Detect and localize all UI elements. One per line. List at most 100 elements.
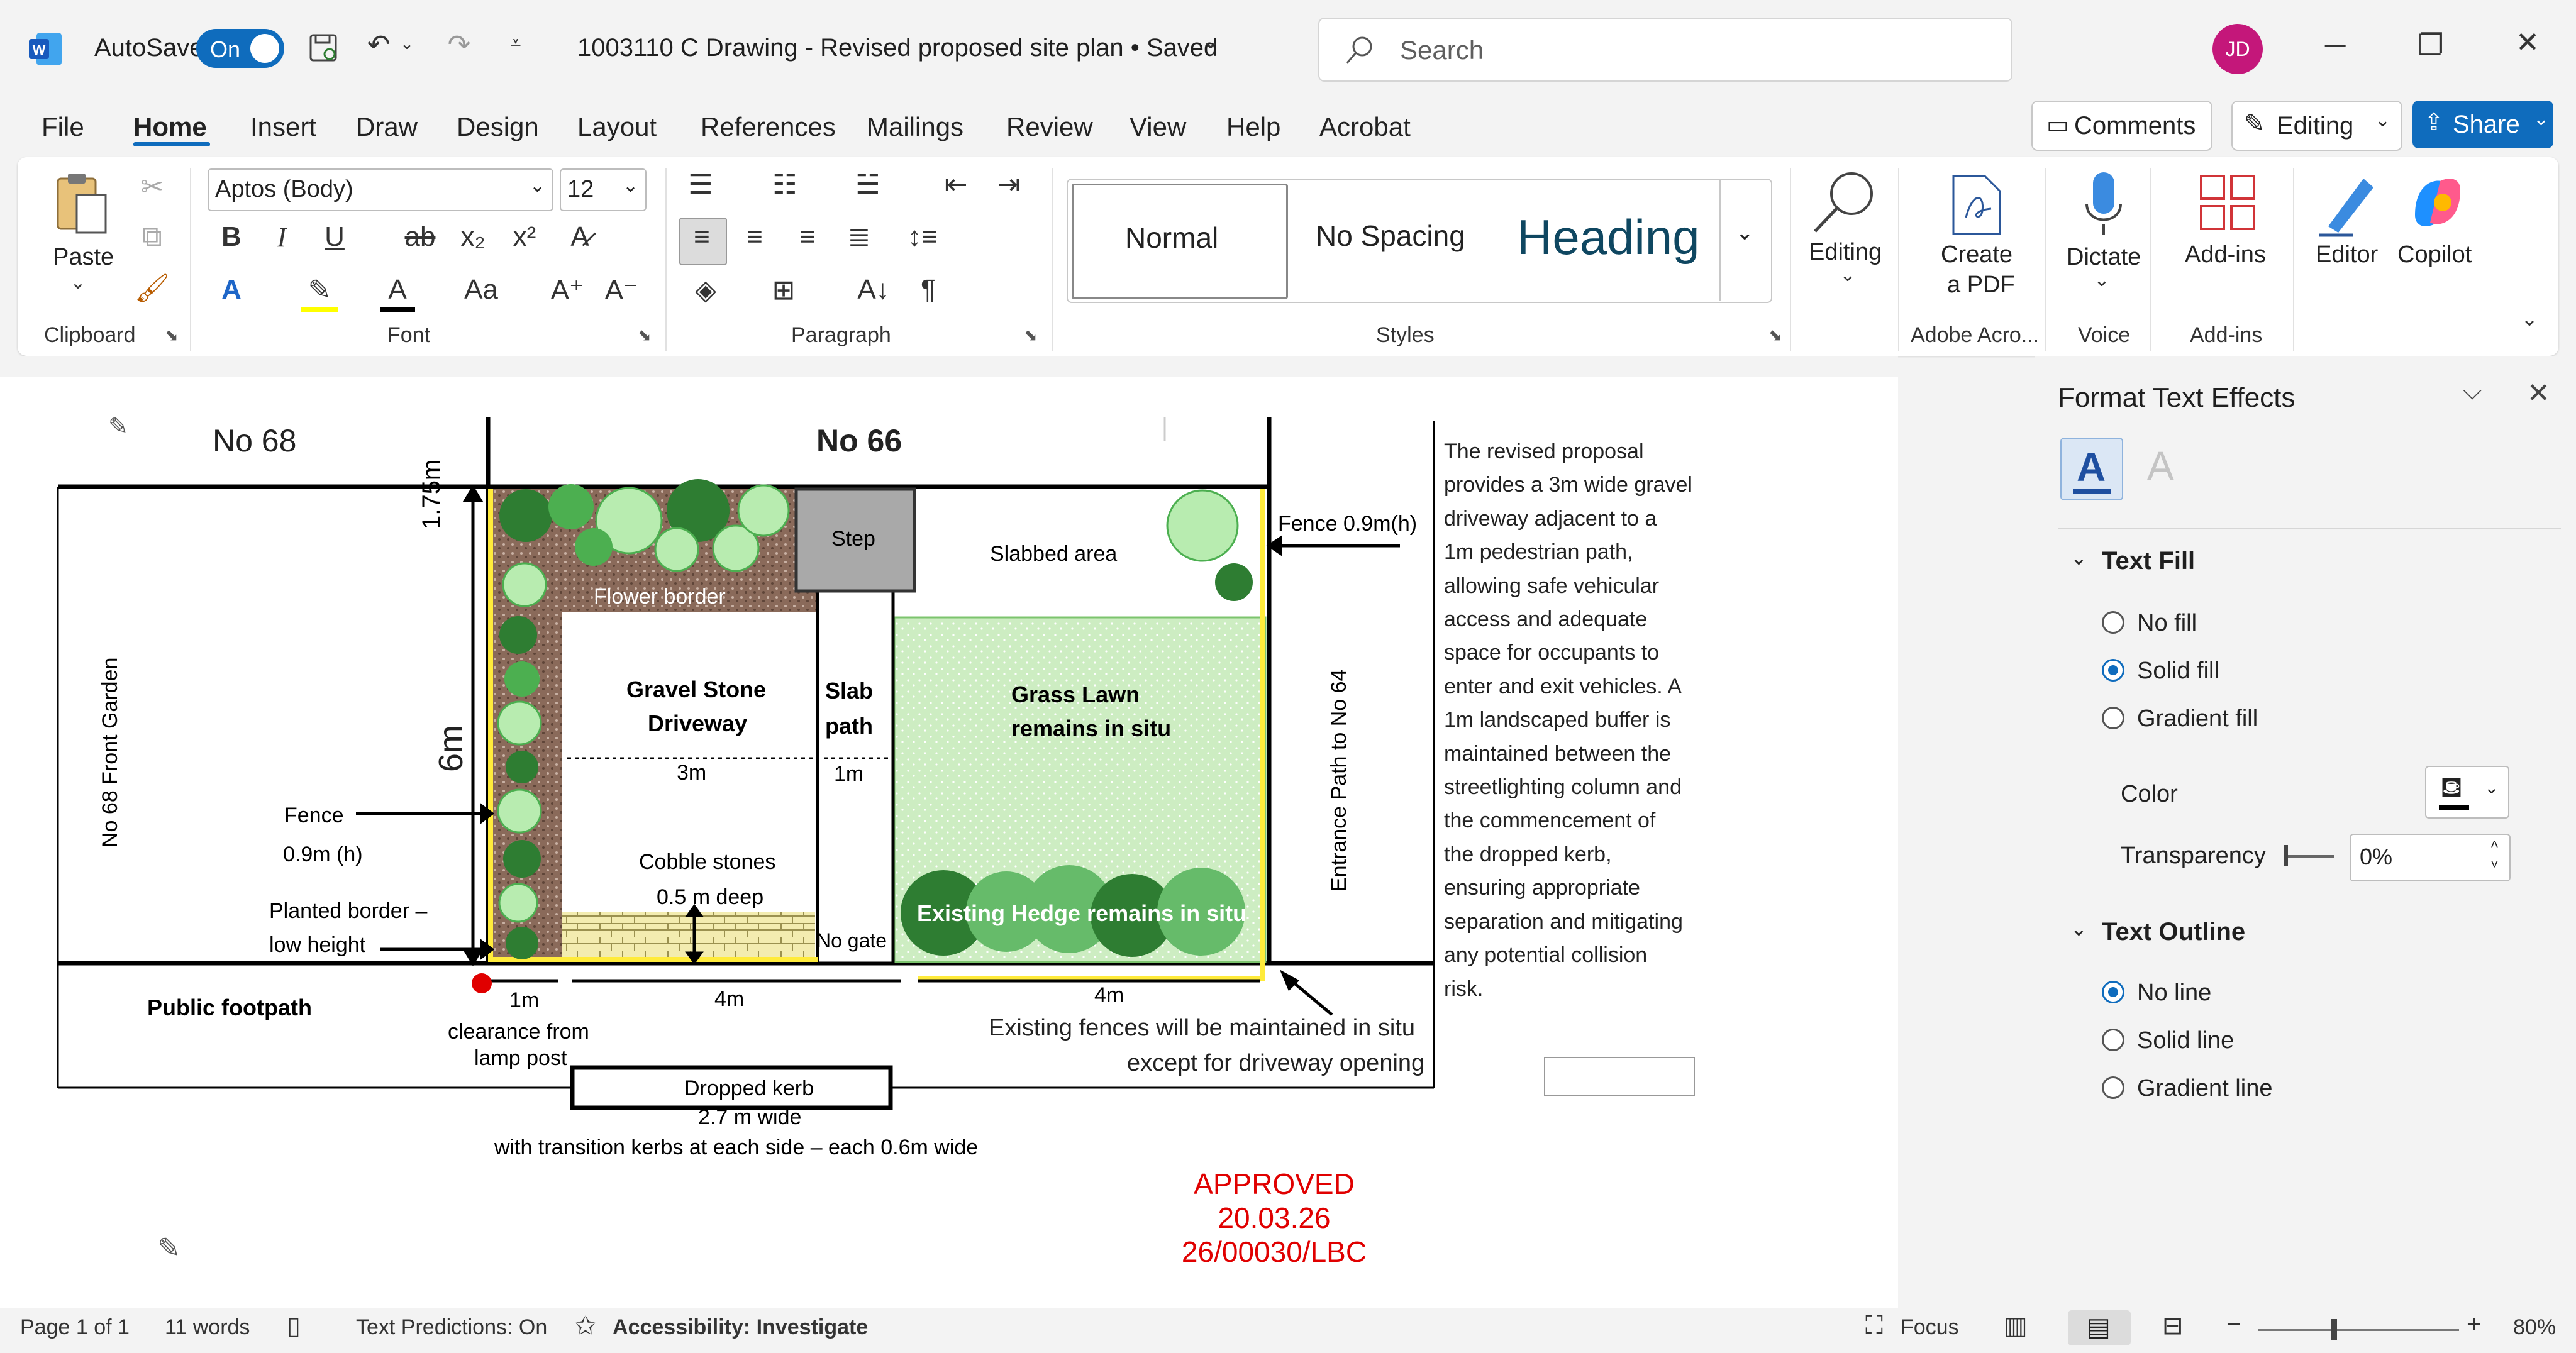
- paste-icon[interactable]: [54, 170, 111, 239]
- no-line-radio[interactable]: [2102, 981, 2124, 1003]
- redo-icon[interactable]: ↷: [440, 29, 478, 61]
- collapse-chevron-icon[interactable]: ⌄: [2070, 546, 2087, 570]
- copilot-label[interactable]: Copilot: [2397, 241, 2472, 268]
- style-no-spacing[interactable]: No Spacing: [1294, 184, 1508, 295]
- create-pdf-icon[interactable]: [1947, 174, 2004, 236]
- highlight-icon[interactable]: ✎: [301, 274, 338, 312]
- dictate-label[interactable]: Dictate: [2067, 244, 2141, 271]
- create-pdf-label1[interactable]: Create: [1941, 241, 2012, 268]
- web-layout-icon[interactable]: ⊟: [2162, 1312, 2184, 1340]
- multilevel-list-icon[interactable]: ☱: [849, 168, 887, 201]
- bullets-icon[interactable]: ☰: [682, 168, 719, 201]
- solid-fill-label[interactable]: Solid fill: [2137, 658, 2219, 685]
- search-box[interactable]: Search: [1318, 18, 2012, 82]
- paste-label[interactable]: Paste: [53, 244, 114, 271]
- format-painter-icon[interactable]: 🖌: [133, 272, 171, 304]
- paragraph-launcher-icon[interactable]: ⬊: [1024, 326, 1038, 345]
- dictate-chevron-icon[interactable]: ⌄: [2089, 269, 2114, 291]
- page-count[interactable]: Page 1 of 1: [20, 1315, 130, 1340]
- avatar[interactable]: JD: [2212, 24, 2263, 74]
- tab-layout[interactable]: Layout: [577, 112, 657, 142]
- undo-icon[interactable]: ↶: [360, 29, 397, 61]
- spin-up-icon[interactable]: ˄: [2490, 836, 2499, 853]
- paste-chevron-icon[interactable]: ⌄: [65, 272, 91, 294]
- text-outline-heading[interactable]: Text Outline: [2102, 918, 2245, 946]
- anchor-icon[interactable]: ✎: [108, 412, 128, 441]
- style-normal[interactable]: Normal: [1072, 184, 1288, 299]
- zoom-slider-thumb[interactable]: [2331, 1319, 2337, 1340]
- tab-design[interactable]: Design: [457, 112, 539, 142]
- clear-formatting-icon[interactable]: A̷: [561, 221, 599, 253]
- find-icon[interactable]: [1810, 167, 1879, 236]
- save-icon[interactable]: [308, 33, 340, 64]
- tab-acrobat[interactable]: Acrobat: [1319, 112, 1411, 142]
- no-line-label[interactable]: No line: [2137, 980, 2211, 1007]
- word-count[interactable]: 11 words: [165, 1315, 250, 1340]
- pane-close-icon[interactable]: ✕: [2527, 377, 2550, 409]
- document-title[interactable]: 1003110 C Drawing - Revised proposed sit…: [577, 34, 1218, 62]
- gradient-line-label[interactable]: Gradient line: [2137, 1075, 2272, 1102]
- copy-icon[interactable]: ⧉: [133, 221, 171, 253]
- slider-thumb[interactable]: [2284, 845, 2288, 866]
- solid-fill-radio[interactable]: [2102, 659, 2124, 682]
- solid-line-radio[interactable]: [2102, 1029, 2124, 1051]
- justify-icon[interactable]: ≣: [840, 221, 878, 253]
- share-button[interactable]: ⇪ Share ⌄: [2412, 101, 2553, 148]
- close-icon[interactable]: ✕: [2493, 25, 2562, 59]
- zoom-level[interactable]: 80%: [2513, 1315, 2556, 1340]
- microphone-icon[interactable]: [2082, 170, 2126, 239]
- change-case-icon[interactable]: Aa: [459, 274, 503, 306]
- collapse-ribbon-icon[interactable]: ⌄: [2516, 307, 2543, 331]
- comments-button[interactable]: ▭ Comments: [2031, 101, 2212, 151]
- no-fill-label[interactable]: No fill: [2137, 610, 2197, 637]
- shrink-font-icon[interactable]: A⁻: [604, 274, 639, 306]
- editing-mode-button[interactable]: ✎ Editing ⌄: [2231, 101, 2402, 151]
- gradient-line-radio[interactable]: [2102, 1076, 2124, 1099]
- grow-font-icon[interactable]: A⁺: [550, 274, 585, 306]
- show-formatting-icon[interactable]: ¶: [911, 274, 946, 306]
- tab-review[interactable]: Review: [1006, 112, 1093, 142]
- tab-references[interactable]: References: [701, 112, 836, 142]
- no-fill-radio[interactable]: [2102, 611, 2124, 634]
- increase-indent-icon[interactable]: ⇥: [990, 168, 1028, 201]
- text-fill-heading[interactable]: Text Fill: [2102, 547, 2195, 575]
- tab-insert[interactable]: Insert: [250, 112, 316, 142]
- borders-icon[interactable]: ⊞: [765, 274, 802, 306]
- subscript-icon[interactable]: x₂: [455, 221, 491, 253]
- tab-mailings[interactable]: Mailings: [867, 112, 963, 142]
- text-effects-icon[interactable]: A: [214, 274, 249, 306]
- editor-label[interactable]: Editor: [2316, 241, 2378, 268]
- color-picker-button[interactable]: ⛾ ⌄: [2425, 766, 2509, 819]
- styles-launcher-icon[interactable]: ⬊: [1768, 326, 1782, 345]
- italic-icon[interactable]: I: [264, 221, 299, 253]
- font-launcher-icon[interactable]: ⬊: [638, 326, 652, 345]
- accessibility-icon[interactable]: ✩: [575, 1312, 596, 1340]
- tab-file[interactable]: File: [42, 112, 84, 142]
- pane-options-chevron-icon[interactable]: ⌵: [2463, 377, 2482, 406]
- shading-icon[interactable]: ◈: [687, 274, 724, 306]
- tab-home[interactable]: Home: [133, 112, 207, 142]
- copilot-icon[interactable]: [2406, 171, 2469, 234]
- text-predictions-status[interactable]: Text Predictions: On: [356, 1315, 547, 1340]
- collapse-chevron-icon[interactable]: ⌄: [2070, 917, 2087, 941]
- create-pdf-label2[interactable]: a PDF: [1947, 272, 2015, 299]
- styles-more-button[interactable]: ⌄: [1719, 180, 1771, 301]
- style-heading-1[interactable]: Heading 1: [1508, 184, 1716, 295]
- sort-icon[interactable]: A↓: [852, 274, 896, 306]
- solid-line-label[interactable]: Solid line: [2137, 1027, 2234, 1054]
- cut-icon[interactable]: ✂: [133, 171, 171, 203]
- add-ins-label[interactable]: Add-ins: [2185, 241, 2266, 268]
- superscript-icon[interactable]: x²: [507, 221, 542, 253]
- add-ins-icon[interactable]: [2199, 174, 2257, 231]
- bold-icon[interactable]: B: [214, 221, 249, 253]
- proofing-book-icon[interactable]: ▯: [287, 1312, 301, 1340]
- proposal-text-block[interactable]: The revised proposal provides a 3m wide …: [1444, 435, 1692, 1006]
- decrease-indent-icon[interactable]: ⇤: [937, 168, 975, 201]
- minimize-icon[interactable]: ─: [2301, 28, 2370, 62]
- zoom-out-icon[interactable]: −: [2226, 1310, 2241, 1339]
- tab-draw[interactable]: Draw: [356, 112, 418, 142]
- underline-icon[interactable]: U: [317, 221, 352, 253]
- customize-qat-icon[interactable]: ⩡: [503, 33, 528, 54]
- font-color-icon[interactable]: A: [380, 274, 415, 312]
- font-name-dropdown[interactable]: Aptos (Body) ⌄: [208, 168, 553, 211]
